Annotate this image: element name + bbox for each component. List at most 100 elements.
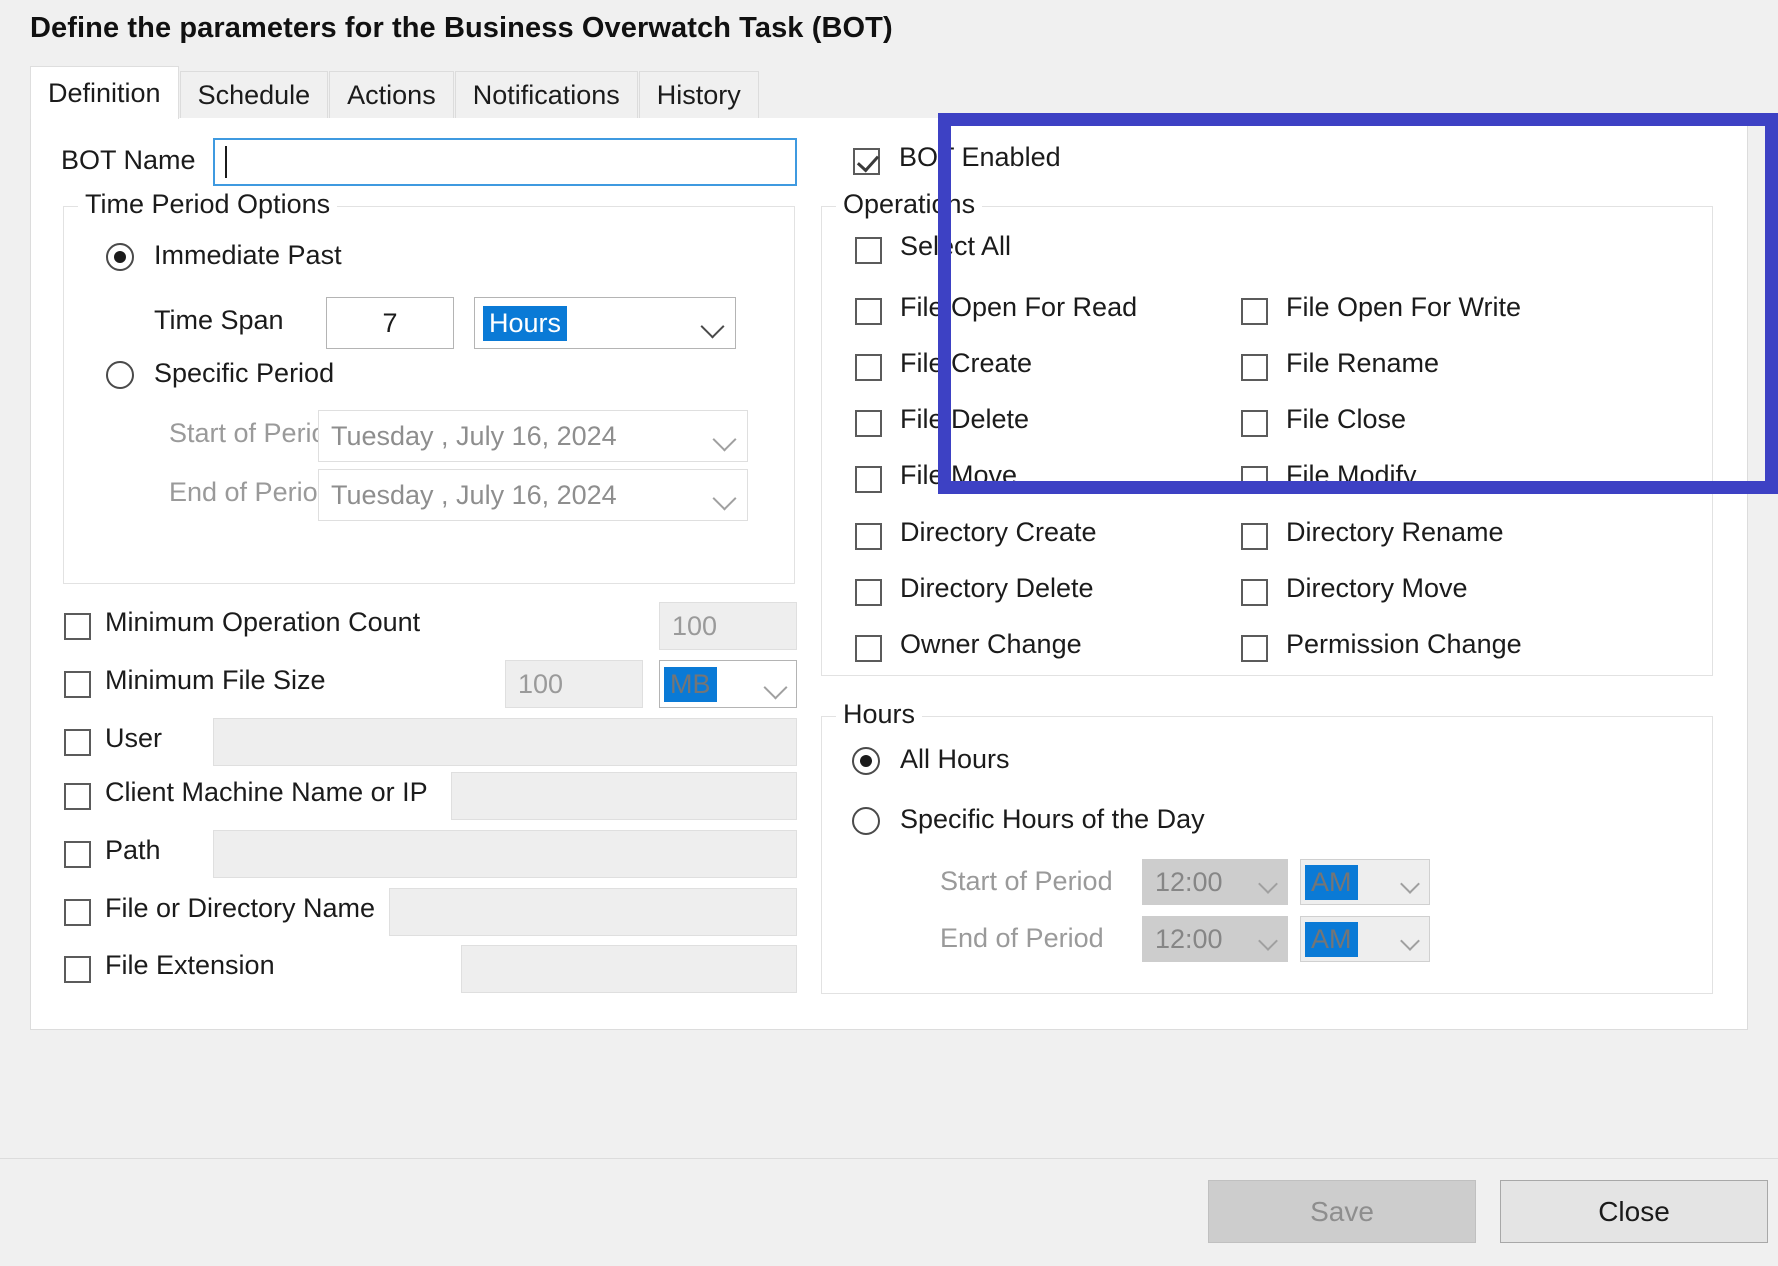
chevron-down-icon bbox=[1400, 874, 1420, 894]
file-create-label: File Create bbox=[900, 348, 1033, 378]
file-open-for-write-label: File Open For Write bbox=[1286, 292, 1522, 322]
start-of-period-label: Start of Period bbox=[169, 418, 342, 448]
checkbox-file-delete[interactable] bbox=[855, 410, 882, 437]
text-caret bbox=[225, 146, 227, 178]
tab-strip: Definition Schedule Actions Notification… bbox=[30, 66, 1748, 120]
checkbox-file-open-for-read[interactable] bbox=[855, 298, 882, 325]
start-of-period-value: Tuesday , July 16, 2024 bbox=[331, 420, 617, 451]
end-of-period-value: Tuesday , July 16, 2024 bbox=[331, 479, 617, 510]
all-hours-label: All Hours bbox=[900, 744, 1010, 774]
file-or-directory-name-input[interactable] bbox=[389, 888, 797, 936]
directory-rename-label: Directory Rename bbox=[1286, 517, 1504, 547]
checkbox-file-close[interactable] bbox=[1241, 410, 1268, 437]
path-input[interactable] bbox=[213, 830, 797, 878]
hours-start-time-combo[interactable]: 12:00 bbox=[1142, 859, 1288, 905]
minimum-file-size-input[interactable]: 100 bbox=[505, 660, 643, 708]
save-button[interactable]: Save bbox=[1208, 1180, 1476, 1243]
bot-name-input[interactable] bbox=[213, 138, 797, 186]
radio-specific-hours[interactable] bbox=[852, 807, 880, 835]
file-extension-input[interactable] bbox=[461, 945, 797, 993]
chevron-down-icon bbox=[1258, 874, 1278, 894]
minimum-file-size-unit-combo[interactable]: MB bbox=[659, 660, 797, 708]
checkbox-select-all[interactable] bbox=[855, 237, 882, 264]
file-rename-label: File Rename bbox=[1286, 348, 1440, 378]
checkbox-path[interactable] bbox=[64, 841, 91, 868]
file-move-label: File Move bbox=[900, 460, 1018, 490]
operations-group: Operations Select All File Open For Read… bbox=[821, 189, 1713, 676]
tab-definition[interactable]: Definition bbox=[30, 66, 179, 119]
checkbox-file-create[interactable] bbox=[855, 354, 882, 381]
checkbox-permission-change[interactable] bbox=[1241, 635, 1268, 662]
user-input[interactable] bbox=[213, 718, 797, 766]
owner-change-label: Owner Change bbox=[900, 629, 1082, 659]
definition-panel: BOT Name Time Period Options Immediate P… bbox=[30, 118, 1748, 1030]
hours-title: Hours bbox=[836, 699, 923, 730]
hours-end-time-value: 12:00 bbox=[1155, 923, 1223, 954]
tab-actions[interactable]: Actions bbox=[329, 71, 454, 119]
hours-end-time-combo[interactable]: 12:00 bbox=[1142, 916, 1288, 962]
hours-start-meridiem-combo[interactable]: AM bbox=[1300, 859, 1430, 905]
hours-start-of-period-label: Start of Period bbox=[940, 866, 1113, 896]
tab-schedule[interactable]: Schedule bbox=[179, 71, 329, 119]
checkbox-file-or-directory-name[interactable] bbox=[64, 899, 91, 926]
tab-label: Actions bbox=[347, 80, 436, 110]
checkbox-directory-move[interactable] bbox=[1241, 579, 1268, 606]
tab-history[interactable]: History bbox=[638, 71, 759, 119]
tab-label: Notifications bbox=[472, 80, 620, 110]
time-span-input[interactable]: 7 bbox=[326, 297, 454, 349]
checkbox-bot-enabled[interactable] bbox=[853, 148, 880, 175]
checkbox-owner-change[interactable] bbox=[855, 635, 882, 662]
chevron-down-icon bbox=[763, 675, 788, 700]
checkbox-directory-rename[interactable] bbox=[1241, 523, 1268, 550]
tab-label: Schedule bbox=[197, 80, 311, 110]
directory-create-label: Directory Create bbox=[900, 517, 1097, 547]
radio-specific-period[interactable] bbox=[106, 361, 134, 389]
footer-divider bbox=[0, 1158, 1778, 1159]
tab-notifications[interactable]: Notifications bbox=[454, 71, 638, 119]
time-span-label: Time Span bbox=[154, 305, 284, 335]
checkbox-directory-delete[interactable] bbox=[855, 579, 882, 606]
radio-immediate-past[interactable] bbox=[106, 243, 134, 271]
save-button-label: Save bbox=[1310, 1195, 1374, 1227]
client-machine-label: Client Machine Name or IP bbox=[105, 777, 428, 807]
close-button[interactable]: Close bbox=[1500, 1180, 1768, 1243]
time-period-options-group: Time Period Options Immediate Past Time … bbox=[63, 189, 795, 584]
checkbox-minimum-operation-count[interactable] bbox=[64, 613, 91, 640]
hours-end-meridiem-combo[interactable]: AM bbox=[1300, 916, 1430, 962]
checkbox-file-move[interactable] bbox=[855, 466, 882, 493]
tab-label: History bbox=[656, 80, 741, 110]
checkbox-file-open-for-write[interactable] bbox=[1241, 298, 1268, 325]
specific-hours-label: Specific Hours of the Day bbox=[900, 804, 1205, 834]
client-machine-input[interactable] bbox=[451, 772, 797, 820]
start-of-period-datepicker[interactable]: Tuesday , July 16, 2024 bbox=[318, 410, 748, 462]
checkbox-directory-create[interactable] bbox=[855, 523, 882, 550]
page-title: Define the parameters for the Business O… bbox=[30, 12, 893, 44]
hours-start-time-value: 12:00 bbox=[1155, 866, 1223, 897]
checkbox-client-machine[interactable] bbox=[64, 783, 91, 810]
specific-period-label: Specific Period bbox=[154, 358, 335, 388]
file-modify-label: File Modify bbox=[1286, 460, 1417, 490]
end-of-period-datepicker[interactable]: Tuesday , July 16, 2024 bbox=[318, 469, 748, 521]
hours-group: Hours All Hours Specific Hours of the Da… bbox=[821, 699, 1713, 994]
file-close-label: File Close bbox=[1286, 404, 1407, 434]
directory-move-label: Directory Move bbox=[1286, 573, 1468, 603]
checkbox-minimum-file-size[interactable] bbox=[64, 671, 91, 698]
time-period-options-title: Time Period Options bbox=[78, 189, 338, 220]
directory-delete-label: Directory Delete bbox=[900, 573, 1094, 603]
radio-all-hours[interactable] bbox=[852, 747, 880, 775]
minimum-operation-count-input[interactable]: 100 bbox=[659, 602, 797, 650]
chevron-down-icon bbox=[712, 427, 737, 452]
file-open-for-read-label: File Open For Read bbox=[900, 292, 1138, 322]
file-extension-label: File Extension bbox=[105, 950, 275, 980]
checkbox-file-modify[interactable] bbox=[1241, 466, 1268, 493]
minimum-file-size-label: Minimum File Size bbox=[105, 665, 326, 695]
checkbox-file-extension[interactable] bbox=[64, 956, 91, 983]
checkbox-file-rename[interactable] bbox=[1241, 354, 1268, 381]
time-span-unit-combo[interactable]: Hours bbox=[474, 297, 736, 349]
immediate-past-label: Immediate Past bbox=[154, 240, 342, 270]
hours-end-of-period-label: End of Period bbox=[940, 923, 1104, 953]
minimum-file-size-value: 100 bbox=[518, 668, 564, 699]
checkbox-user[interactable] bbox=[64, 729, 91, 756]
select-all-label: Select All bbox=[900, 231, 1012, 261]
bot-name-label: BOT Name bbox=[61, 145, 196, 175]
